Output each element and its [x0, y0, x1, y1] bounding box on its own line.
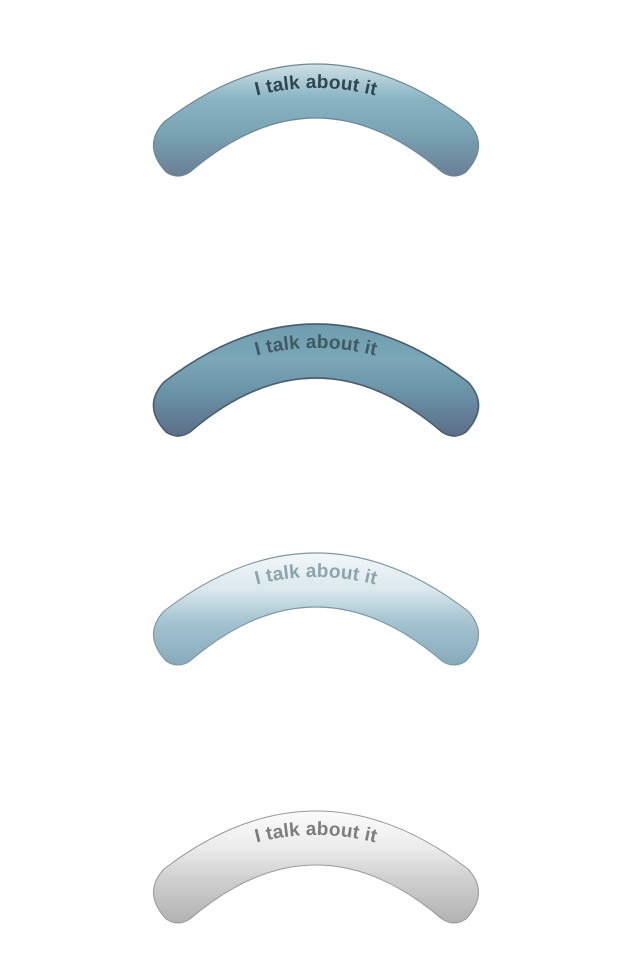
arc-button-hover-shape: I talk about it	[152, 552, 480, 666]
arc-button-normal-shape: I talk about it	[152, 63, 480, 177]
arc-button-normal[interactable]: I talk about it	[150, 60, 482, 184]
arc-button-disabled-shape: I talk about it	[153, 810, 479, 924]
arc-button-pressed[interactable]: I talk about it	[150, 320, 482, 444]
arc-button-pressed-shape: I talk about it	[152, 323, 480, 437]
arc-button-disabled: I talk about it	[150, 807, 482, 931]
arc-button-hover[interactable]: I talk about it	[150, 549, 482, 673]
